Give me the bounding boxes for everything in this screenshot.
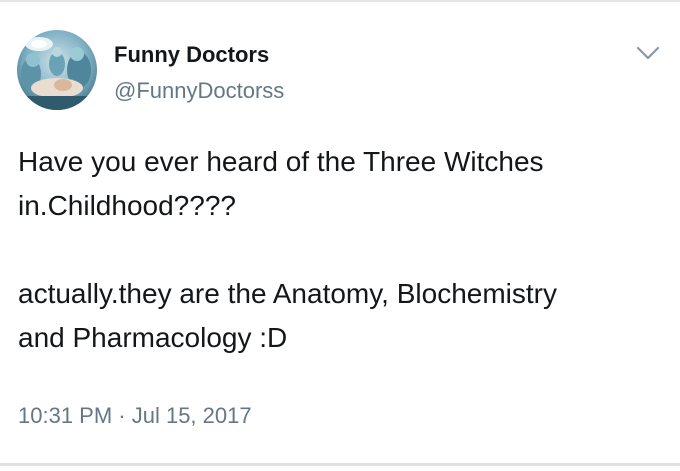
tweet-text-paragraph: Have you ever heard of the Three Witches…: [18, 146, 544, 221]
author-display-name[interactable]: Funny Doctors: [114, 42, 269, 68]
tweet-text: Have you ever heard of the Three Witches…: [18, 140, 668, 360]
avatar-image: [17, 30, 97, 110]
bottom-divider: [0, 463, 680, 466]
avatar[interactable]: [17, 30, 97, 110]
tweet-text-paragraph: actually.they are the Anatomy, Blochemis…: [18, 278, 557, 353]
author-handle[interactable]: @FunnyDoctorss: [114, 78, 284, 104]
tweet-card: Funny Doctors @FunnyDoctorss Have you ev…: [0, 0, 680, 471]
tweet-timestamp[interactable]: 10:31 PM · Jul 15, 2017: [18, 402, 252, 430]
chevron-down-icon: [636, 46, 660, 60]
tweet-menu-button[interactable]: [635, 44, 661, 62]
